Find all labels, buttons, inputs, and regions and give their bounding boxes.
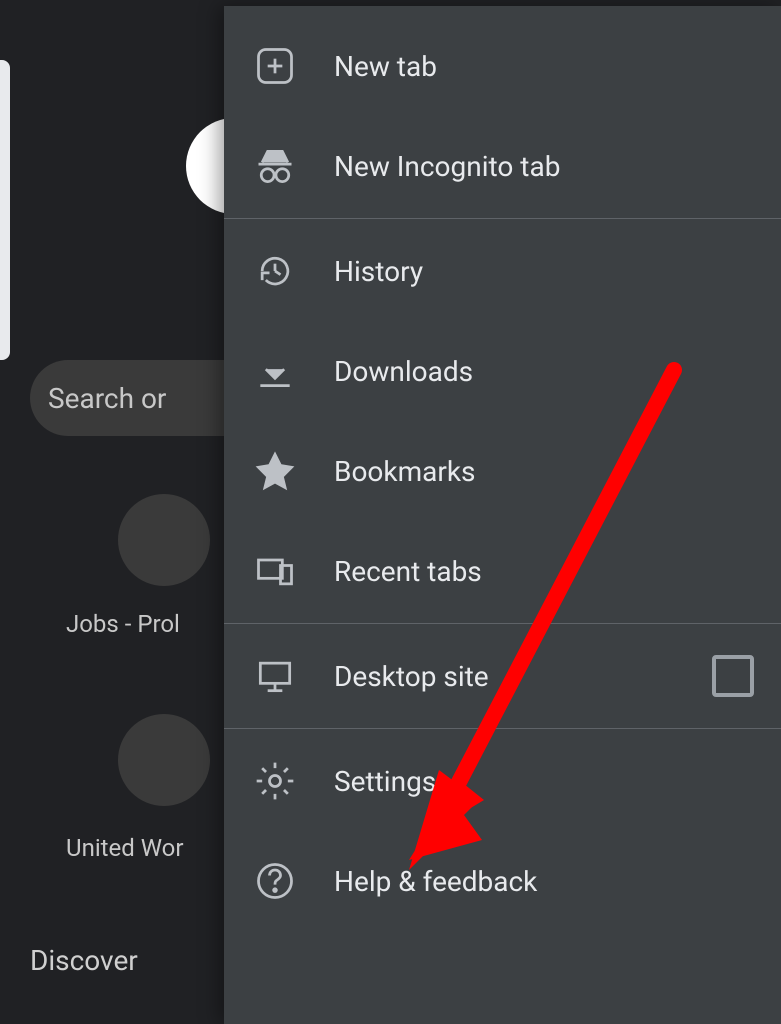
menu-item-label: New tab (334, 50, 754, 83)
shortcut-label: Jobs - Prol (66, 610, 180, 638)
menu-item-label: History (334, 255, 754, 288)
discover-heading: Discover (30, 944, 138, 977)
desktop-site-checkbox[interactable] (712, 655, 754, 697)
menu-item-recent-tabs[interactable]: Recent tabs (224, 521, 781, 621)
menu-item-label: Bookmarks (334, 455, 754, 488)
menu-item-label: New Incognito tab (334, 150, 754, 183)
screen-edge (0, 60, 10, 360)
download-icon (252, 348, 298, 394)
devices-icon (252, 548, 298, 594)
desktop-icon (252, 653, 298, 699)
search-placeholder: Search or (48, 382, 166, 415)
help-icon (252, 858, 298, 904)
shortcut-label: United Wor (66, 834, 183, 862)
menu-divider (224, 728, 781, 729)
gear-icon (252, 758, 298, 804)
menu-item-new-tab[interactable]: New tab (224, 16, 781, 116)
menu-divider (224, 218, 781, 219)
plus-square-icon (252, 43, 298, 89)
menu-item-help-feedback[interactable]: Help & feedback (224, 831, 781, 931)
menu-item-label: Settings (334, 765, 754, 798)
menu-item-new-incognito-tab[interactable]: New Incognito tab (224, 116, 781, 216)
menu-divider (224, 623, 781, 624)
menu-item-label: Downloads (334, 355, 754, 388)
incognito-icon (252, 143, 298, 189)
overflow-menu: New tab New Incognito tab History (224, 6, 781, 1024)
menu-item-label: Help & feedback (334, 865, 754, 898)
menu-item-settings[interactable]: Settings (224, 731, 781, 831)
menu-item-downloads[interactable]: Downloads (224, 321, 781, 421)
menu-item-history[interactable]: History (224, 221, 781, 321)
history-icon (252, 248, 298, 294)
menu-item-desktop-site[interactable]: Desktop site (224, 626, 781, 726)
star-icon (252, 448, 298, 494)
shortcut-tile[interactable] (118, 714, 210, 806)
menu-item-label: Recent tabs (334, 555, 754, 588)
shortcut-tile[interactable] (118, 494, 210, 586)
menu-item-label: Desktop site (334, 660, 712, 693)
menu-item-bookmarks[interactable]: Bookmarks (224, 421, 781, 521)
